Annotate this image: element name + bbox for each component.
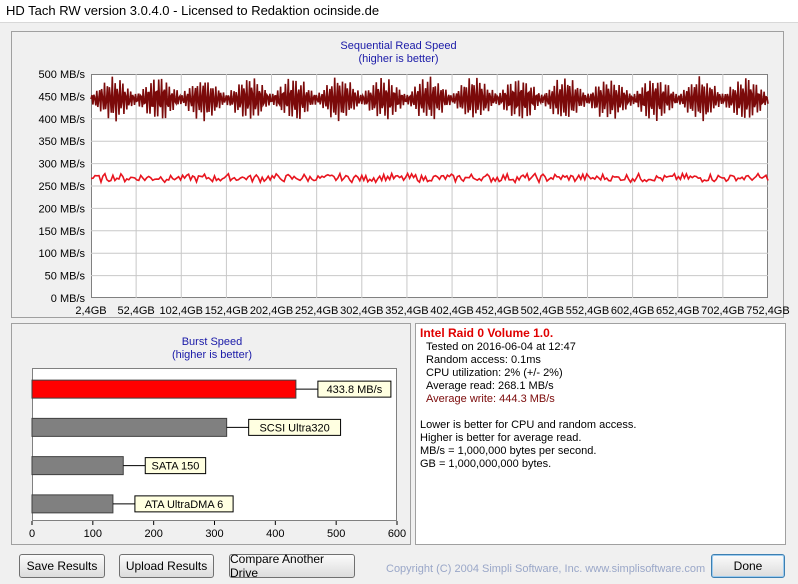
drive-name: Intel Raid 0 Volume 1.0. — [420, 326, 554, 340]
y-tick-label: 250 MB/s — [39, 181, 86, 193]
average-write: Average write: 444.3 MB/s — [426, 393, 555, 405]
x-tick-label: 752,4GB — [746, 305, 789, 317]
bar-label: 433.8 MB/s — [327, 384, 383, 396]
bar-label: ATA UltraDMA 6 — [145, 499, 223, 511]
window-titlebar: HD Tach RW version 3.0.4.0 - Licensed to… — [0, 0, 798, 23]
x-tick-label: 252,4GB — [295, 305, 338, 317]
y-tick-label: 100 MB/s — [39, 248, 86, 260]
y-tick-label: 400 MB/s — [39, 114, 86, 126]
x-tick-label: 502,4GB — [521, 305, 564, 317]
upload-results-button[interactable]: Upload Results — [119, 554, 214, 578]
x-tick-label: 102,4GB — [160, 305, 203, 317]
x-tick-label: 2,4GB — [75, 305, 106, 317]
burst-bar — [31, 456, 124, 476]
y-tick-label: 0 MB/s — [51, 293, 86, 305]
y-tick-label: 450 MB/s — [39, 91, 86, 103]
x-tick-label: 200 — [144, 528, 162, 540]
results-info-panel: Intel Raid 0 Volume 1.0. Tested on 2016-… — [415, 323, 786, 545]
x-tick-label: 500 — [327, 528, 345, 540]
y-tick-label: 500 MB/s — [39, 69, 86, 81]
tested-on: Tested on 2016-06-04 at 12:47 — [426, 341, 576, 353]
x-tick-label: 552,4GB — [566, 305, 609, 317]
x-tick-label: 602,4GB — [611, 305, 654, 317]
sequential-chart: 0 MB/s 50 MB/s 100 MB/s 150 MB/s 200 MB/s 250… — [39, 69, 790, 317]
save-results-button[interactable]: Save Results — [19, 554, 105, 578]
compare-another-drive-label: Compare Another Drive — [230, 552, 325, 580]
cpu-utilization: CPU utilization: 2% (+/- 2%) — [426, 367, 563, 379]
x-tick-label: 600 — [388, 528, 406, 540]
burst-chart: 0 100 200 300 400 500 600 433.8 MB/s SCSI Ultra3… — [29, 379, 406, 540]
x-tick-label: 402,4GB — [430, 305, 473, 317]
note-mbps-definition: MB/s = 1,000,000 bytes per second. — [420, 445, 597, 457]
x-tick-label: 152,4GB — [205, 305, 248, 317]
copyright-text: Copyright (C) 2004 Simpli Software, Inc.… — [386, 563, 706, 575]
read-speed-series-line — [90, 171, 769, 185]
window-title: HD Tach RW version 3.0.4.0 - Licensed to… — [6, 3, 380, 18]
write-speed-series-line — [90, 76, 769, 122]
x-tick-label: 702,4GB — [701, 305, 744, 317]
save-results-label: Save Results — [26, 559, 98, 573]
burst-bar — [31, 379, 297, 399]
x-tick-label: 400 — [266, 528, 284, 540]
compare-another-drive-button[interactable]: Compare Another Drive — [229, 552, 355, 580]
done-button[interactable]: Done — [711, 554, 785, 578]
x-tick-label: 302,4GB — [340, 305, 383, 317]
burst-bar — [31, 494, 114, 514]
x-tick-label: 202,4GB — [250, 305, 293, 317]
note-gb-definition: GB = 1,000,000,000 bytes. — [420, 458, 552, 470]
x-tick-label: 52,4GB — [117, 305, 154, 317]
bar-label: SCSI Ultra320 — [259, 422, 329, 434]
done-label: Done — [733, 559, 763, 573]
bar-label: SATA 150 — [151, 461, 199, 473]
upload-results-label: Upload Results — [125, 559, 208, 573]
x-tick-label: 100 — [84, 528, 102, 540]
y-tick-label: 150 MB/s — [39, 226, 86, 238]
x-tick-label: 352,4GB — [385, 305, 428, 317]
x-tick-label: 452,4GB — [475, 305, 518, 317]
sequential-read-panel: Sequential Read Speed (higher is better)… — [11, 31, 790, 318]
burst-speed-panel: Burst Speed (higher is better) 0 100 200 30… — [11, 323, 411, 545]
y-tick-label: 300 MB/s — [39, 159, 86, 171]
y-tick-label: 200 MB/s — [39, 203, 86, 215]
x-tick-label: 652,4GB — [656, 305, 699, 317]
average-read: Average read: 268.1 MB/s — [426, 380, 554, 392]
x-tick-label: 0 — [29, 528, 35, 540]
y-tick-label: 350 MB/s — [39, 136, 86, 148]
y-tick-label: 50 MB/s — [45, 271, 86, 283]
burst-bar — [31, 417, 228, 437]
note-higher-better: Higher is better for average read. — [420, 432, 582, 444]
note-lower-better: Lower is better for CPU and random acces… — [420, 419, 637, 431]
random-access: Random access: 0.1ms — [426, 354, 541, 366]
x-tick-label: 300 — [205, 528, 223, 540]
